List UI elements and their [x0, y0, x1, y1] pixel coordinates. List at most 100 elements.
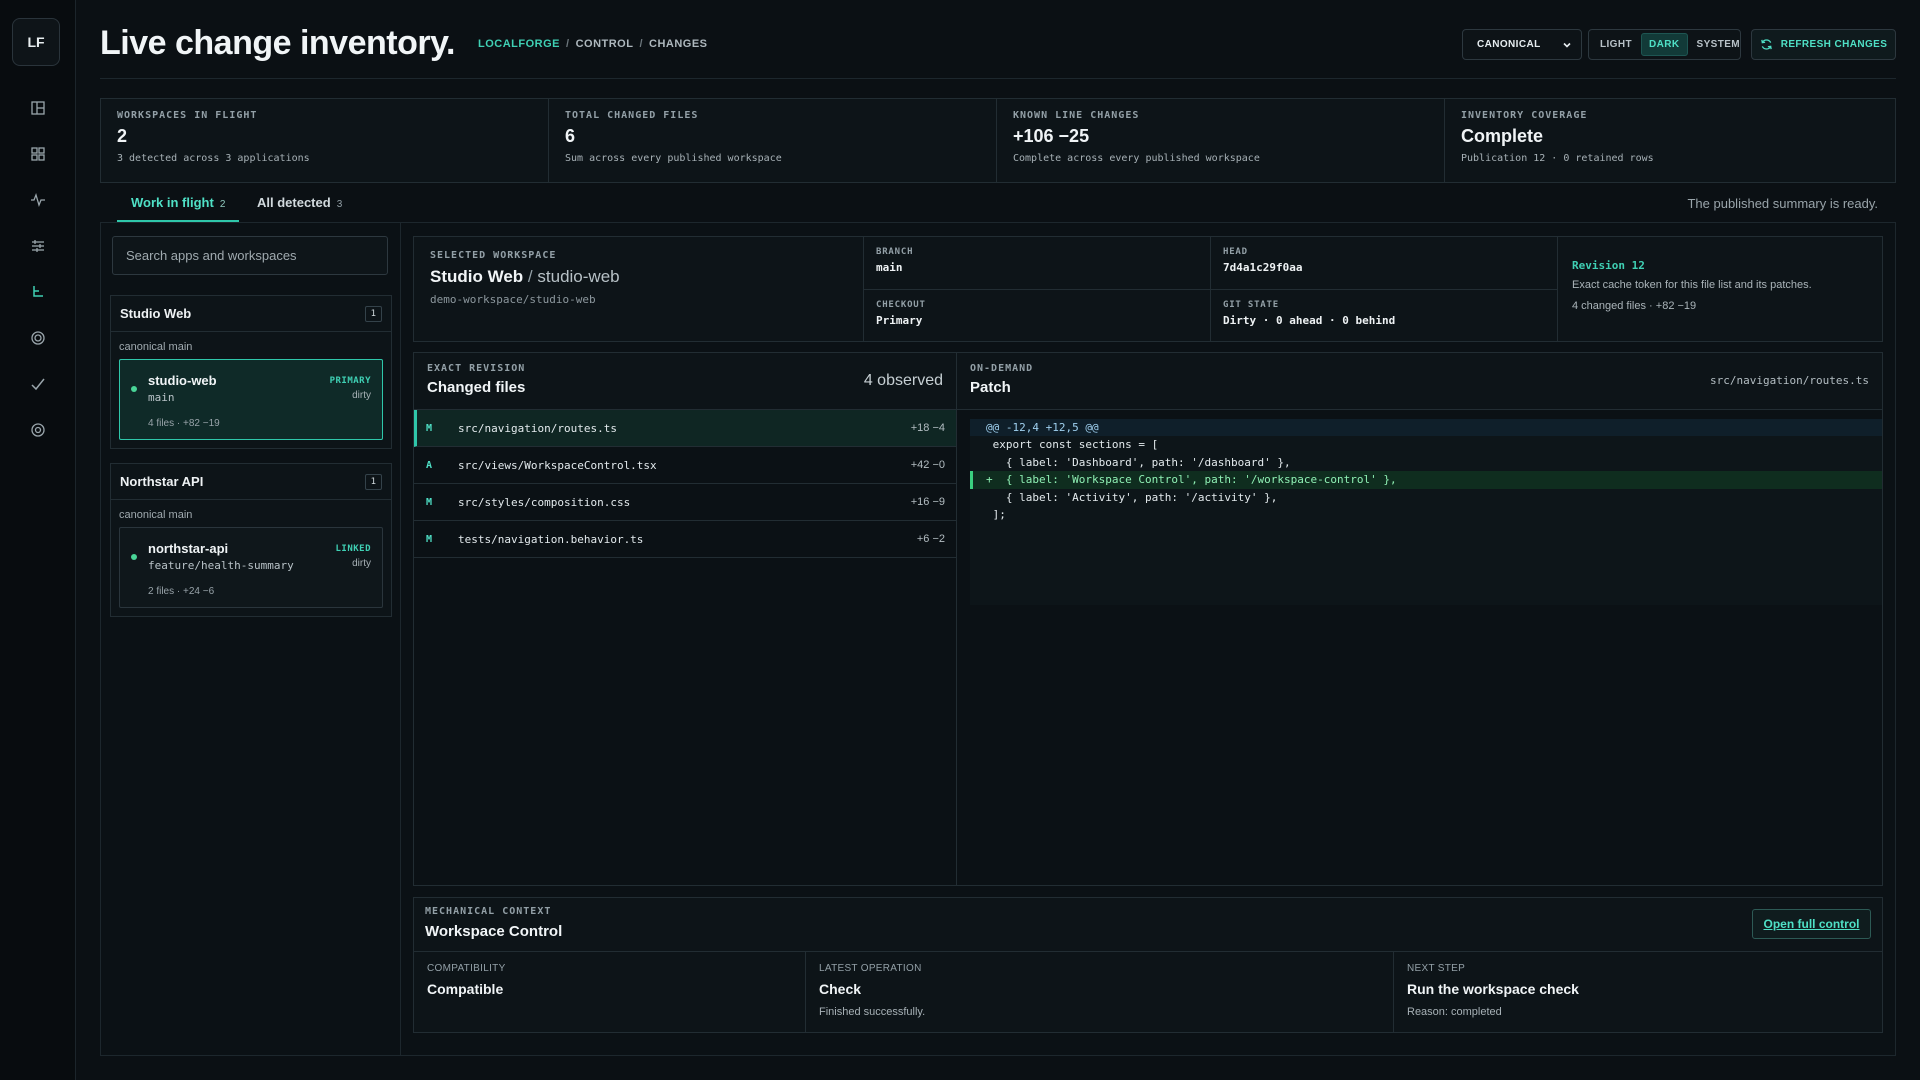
- file-path: src/navigation/routes.ts: [458, 421, 617, 435]
- group-header: Studio Web 1: [111, 296, 391, 332]
- file-row[interactable]: M tests/navigation.behavior.ts +6 −2: [414, 521, 956, 558]
- tab-count: 2: [219, 199, 226, 210]
- stat-value: 2: [117, 126, 128, 146]
- sliders-icon[interactable]: [24, 232, 52, 260]
- cell-sub: Finished successfully.: [819, 1006, 926, 1018]
- file-delta: +42 −0: [910, 459, 945, 471]
- section-label: SELECTED WORKSPACE: [430, 250, 557, 261]
- file-path: src/styles/composition.css: [458, 495, 631, 509]
- cell-value: Check: [819, 981, 862, 997]
- patch-header: ON-DEMAND Patch src/navigation/routes.ts: [957, 353, 1882, 410]
- stat-label: WORKSPACES IN FLIGHT: [117, 110, 258, 121]
- mechanical-context-header: MECHANICAL CONTEXT Workspace Control Ope…: [414, 898, 1882, 952]
- stat-workspaces: WORKSPACES IN FLIGHT 2 3 detected across…: [101, 99, 549, 182]
- tab-label: All detected: [257, 195, 331, 210]
- chevron-down-icon: [1563, 42, 1571, 48]
- file-row[interactable]: M src/navigation/routes.ts +18 −4: [414, 410, 956, 447]
- sidebar: LF: [0, 0, 76, 1080]
- stat-coverage: INVENTORY COVERAGE Complete Publication …: [1445, 99, 1895, 182]
- diff-line: ];: [986, 507, 1006, 521]
- breadcrumb-control[interactable]: CONTROL: [576, 38, 634, 50]
- status-dot: [131, 554, 137, 560]
- workspace-tag: LINKED: [335, 544, 371, 554]
- refresh-changes-label: REFRESH CHANGES: [1780, 39, 1888, 50]
- section-label: MECHANICAL CONTEXT: [425, 906, 552, 917]
- cell-value: Run the workspace check: [1407, 981, 1579, 997]
- stat-value: +106 −25: [1013, 126, 1090, 146]
- header-divider: [100, 78, 1896, 79]
- field-value: main: [876, 261, 903, 274]
- group-name: Studio Web: [120, 306, 192, 321]
- workspace-item-northstar-api[interactable]: northstar-api feature/health-summary LIN…: [119, 527, 383, 608]
- refresh-changes-button[interactable]: REFRESH CHANGES: [1751, 29, 1896, 60]
- selected-workspace-panel: SELECTED WORKSPACE Studio Web / studio-w…: [413, 236, 1883, 342]
- stat-sub: 3 detected across 3 applications: [117, 153, 310, 164]
- theme-system[interactable]: SYSTEM: [1690, 34, 1748, 55]
- field-label: BRANCH: [876, 247, 914, 257]
- breadcrumb: LOCALFORGE / CONTROL / CHANGES: [478, 38, 708, 50]
- patch-file-path: src/navigation/routes.ts: [1710, 374, 1869, 387]
- tab-work-in-flight[interactable]: Work in flight 2: [117, 192, 240, 222]
- file-row[interactable]: M src/styles/composition.css +16 −9: [414, 484, 956, 521]
- file-status: M: [426, 533, 433, 545]
- revision-info: Revision 12 Exact cache token for this f…: [1558, 237, 1882, 341]
- stat-label: TOTAL CHANGED FILES: [565, 110, 699, 121]
- workspace-state: dirty: [352, 558, 371, 569]
- breadcrumb-localforge[interactable]: LOCALFORGE: [478, 38, 560, 50]
- dashboard-icon[interactable]: [24, 94, 52, 122]
- selected-app-name: Studio Web: [430, 267, 524, 286]
- grid-icon[interactable]: [24, 140, 52, 168]
- diff-line: export const sections = [: [986, 438, 1159, 452]
- branch-icon[interactable]: [24, 278, 52, 306]
- group-subtitle: canonical main: [119, 341, 193, 353]
- selected-workspace-path: demo-workspace/studio-web: [430, 293, 596, 306]
- revision-description: Exact cache token for this file list and…: [1572, 279, 1812, 291]
- tab-all-detected[interactable]: All detected 3: [243, 192, 356, 220]
- workspace-name: northstar-api: [148, 541, 229, 556]
- cell-sub: Reason: completed: [1407, 1006, 1502, 1018]
- stat-sub: Sum across every published workspace: [565, 153, 782, 164]
- source-select[interactable]: CANONICAL: [1462, 29, 1582, 60]
- tab-label: Work in flight: [131, 195, 214, 210]
- target-icon[interactable]: [24, 324, 52, 352]
- settings-icon[interactable]: [24, 416, 52, 444]
- open-full-control-button[interactable]: Open full control: [1752, 909, 1871, 939]
- file-status: M: [426, 496, 433, 508]
- cell-label: NEXT STEP: [1407, 963, 1466, 974]
- workspace-meta: 4 files · +82 −19: [148, 418, 220, 429]
- app-logo[interactable]: LF: [12, 18, 60, 66]
- diff-line-added: + { label: 'Workspace Control', path: '/…: [970, 471, 1882, 489]
- search-input[interactable]: Search apps and workspaces: [112, 236, 388, 275]
- refresh-icon: [1760, 39, 1772, 50]
- stat-label: KNOWN LINE CHANGES: [1013, 110, 1140, 121]
- activity-icon[interactable]: [24, 186, 52, 214]
- group-count-badge: 1: [364, 473, 382, 490]
- field-label: GIT STATE: [1223, 300, 1279, 310]
- workspace-item-studio-web[interactable]: studio-web main PRIMARY dirty 4 files · …: [119, 359, 383, 440]
- branch-field: BRANCH main: [864, 237, 1211, 289]
- app-group-northstar-api: Northstar API 1 canonical main northstar…: [110, 463, 392, 617]
- theme-toggle: LIGHT DARK SYSTEM: [1588, 29, 1741, 60]
- field-label: CHECKOUT: [876, 300, 926, 310]
- status-message: The published summary is ready.: [1687, 196, 1878, 211]
- file-row[interactable]: A src/views/WorkspaceControl.tsx +42 −0: [414, 447, 956, 484]
- cell-label: LATEST OPERATION: [819, 963, 922, 974]
- field-label: HEAD: [1223, 247, 1248, 257]
- selected-workspace-summary: SELECTED WORKSPACE Studio Web / studio-w…: [414, 237, 864, 341]
- theme-light[interactable]: LIGHT: [1593, 34, 1639, 55]
- changed-files-header: EXACT REVISION Changed files 4 observed: [414, 353, 956, 410]
- workspace-state: dirty: [352, 390, 371, 401]
- mechanical-context-panel: MECHANICAL CONTEXT Workspace Control Ope…: [413, 897, 1883, 1033]
- compatibility-cell: COMPATIBILITY Compatible: [414, 952, 806, 1032]
- revision-meta: 4 changed files · +82 −19: [1572, 300, 1697, 312]
- git-state-field: GIT STATE Dirty · 0 ahead · 0 behind: [1211, 289, 1558, 341]
- selected-workspace-title: Studio Web / studio-web: [430, 267, 620, 286]
- group-count-badge: 1: [364, 305, 382, 322]
- workspace-branch: main: [148, 391, 175, 404]
- stat-line-changes: KNOWN LINE CHANGES +106 −25 Complete acr…: [997, 99, 1445, 182]
- workspace-name: studio-web: [148, 373, 217, 388]
- app-group-studio-web: Studio Web 1 canonical main studio-web m…: [110, 295, 392, 449]
- check-icon[interactable]: [24, 370, 52, 398]
- diff-hunk-header: @@ -12,4 +12,5 @@: [970, 419, 1882, 437]
- theme-dark[interactable]: DARK: [1641, 33, 1688, 56]
